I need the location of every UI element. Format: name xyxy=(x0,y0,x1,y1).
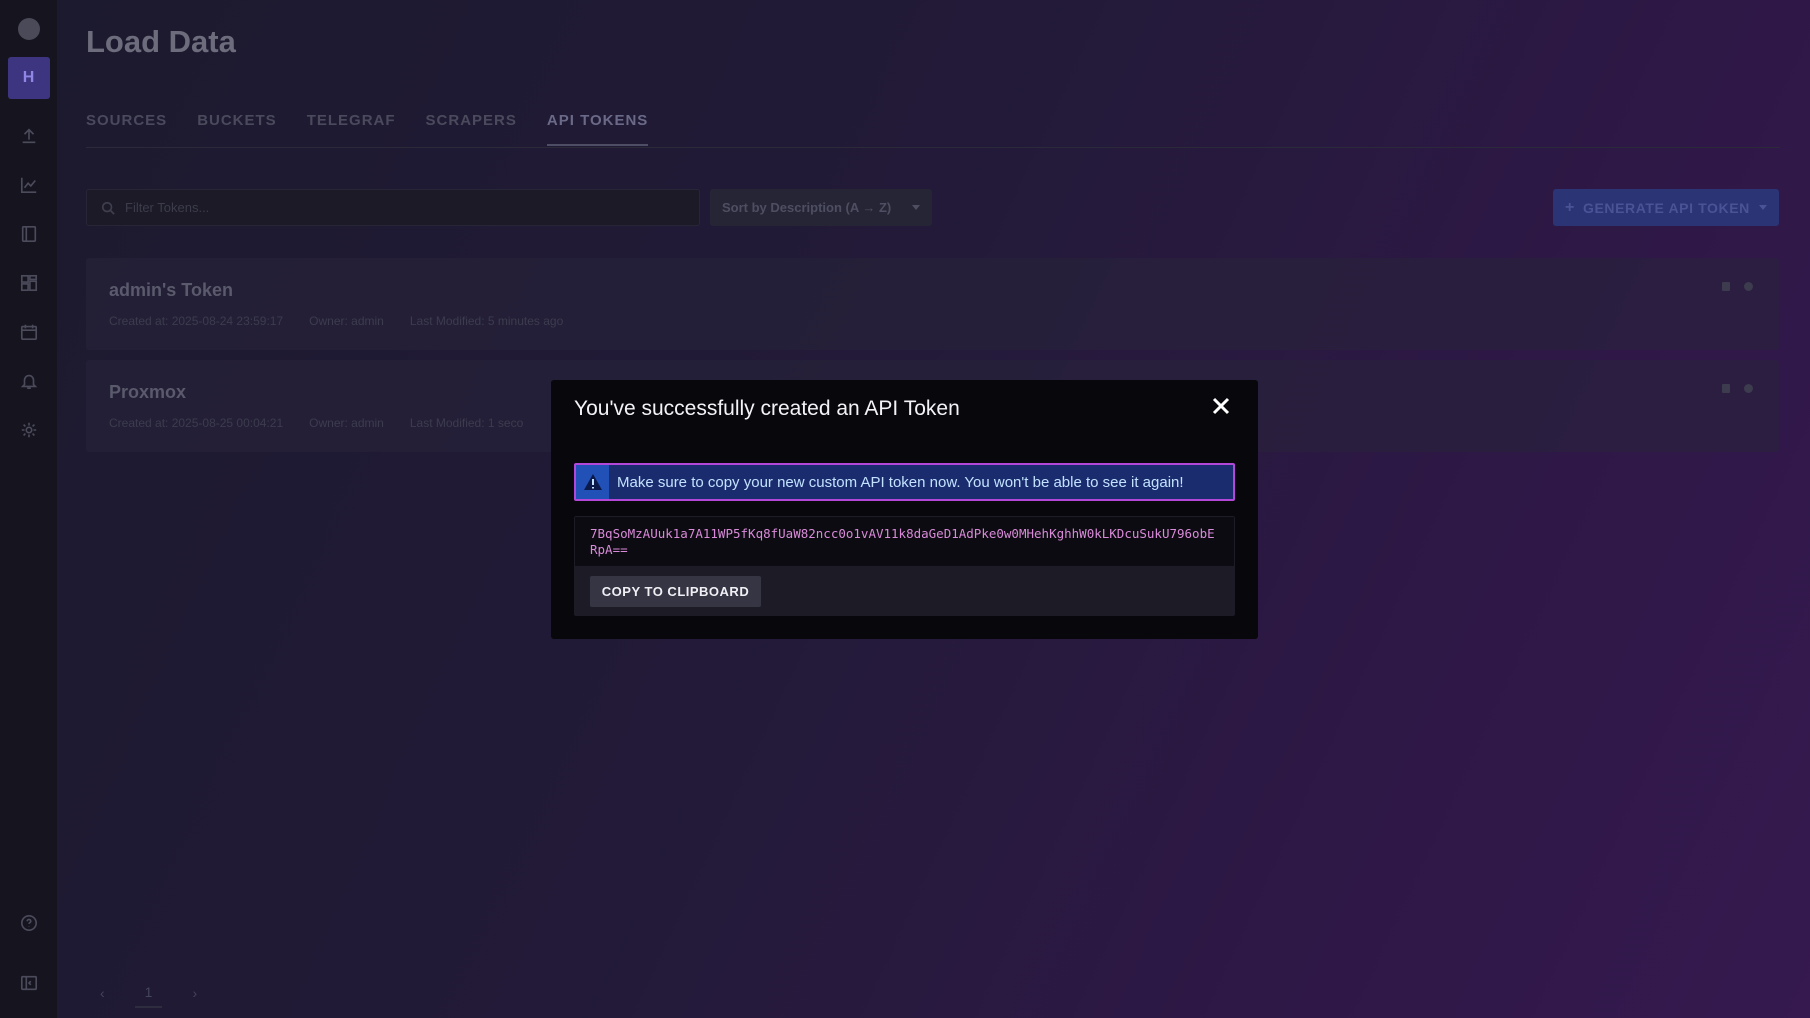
token-actions xyxy=(1722,282,1753,291)
tab-sources[interactable]: SOURCES xyxy=(86,112,167,146)
next-page-button[interactable]: › xyxy=(192,985,197,1001)
filter-tokens-input[interactable]: Filter Tokens... xyxy=(86,189,700,226)
sidebar: H xyxy=(0,0,57,1018)
help-icon[interactable] xyxy=(18,912,40,934)
sort-dropdown[interactable]: Sort by Description (A → Z) xyxy=(710,189,932,226)
tabs-divider xyxy=(86,147,1780,148)
org-avatar[interactable]: H xyxy=(7,57,50,99)
tab-telegraf[interactable]: TELEGRAF xyxy=(307,112,396,146)
tab-api-tokens[interactable]: API TOKENS xyxy=(546,112,649,146)
token-name[interactable]: Proxmox xyxy=(109,382,186,403)
gear-icon[interactable] xyxy=(1744,282,1753,291)
chevron-down-icon xyxy=(912,205,920,210)
copy-to-clipboard-button[interactable]: COPY TO CLIPBOARD xyxy=(590,576,761,607)
filter-placeholder: Filter Tokens... xyxy=(125,200,210,215)
token-owner: Owner: admin xyxy=(309,314,384,328)
tab-bar: SOURCES BUCKETS TELEGRAF SCRAPERS API TO… xyxy=(86,112,649,146)
token-panel: 7BqSoMzAUuk1a7A11WP5fKq8fUaW82ncc0o1vAV1… xyxy=(574,516,1235,616)
token-modified: Last Modified: 1 seco xyxy=(409,416,524,430)
tab-scrapers[interactable]: SCRAPERS xyxy=(426,112,517,146)
warning-icon xyxy=(576,465,609,499)
influx-logo-icon[interactable] xyxy=(17,18,40,40)
trash-icon[interactable] xyxy=(1722,282,1730,291)
gear-icon[interactable] xyxy=(1744,384,1753,393)
dialog-title: You've successfully created an API Token xyxy=(574,397,960,420)
page-title: Load Data xyxy=(86,24,236,59)
token-meta: Created at: 2025-08-24 23:59:17 Owner: a… xyxy=(109,314,563,328)
chevron-down-icon[interactable] xyxy=(1759,205,1767,210)
collapse-icon[interactable] xyxy=(18,972,40,994)
token-created-dialog: You've successfully created an API Token… xyxy=(551,380,1258,639)
pagination: ‹ 1 › xyxy=(100,978,197,1008)
token-actions xyxy=(1722,384,1753,393)
token-owner: Owner: admin xyxy=(309,416,384,430)
generate-api-token-label: GENERATE API TOKEN xyxy=(1582,199,1750,216)
upload-icon[interactable] xyxy=(18,125,40,147)
plus-icon: + xyxy=(1565,198,1575,216)
bell-icon[interactable] xyxy=(18,370,40,392)
page-number[interactable]: 1 xyxy=(134,984,163,1008)
token-name[interactable]: admin's Token xyxy=(109,280,233,301)
tab-buckets[interactable]: BUCKETS xyxy=(197,112,277,146)
search-icon xyxy=(101,201,115,215)
calendar-icon[interactable] xyxy=(18,321,40,343)
warning-message: Make sure to copy your new custom API to… xyxy=(617,473,1184,491)
api-token-value[interactable]: 7BqSoMzAUuk1a7A11WP5fKq8fUaW82ncc0o1vAV1… xyxy=(575,517,1234,566)
token-card[interactable]: admin's Token Created at: 2025-08-24 23:… xyxy=(86,258,1779,350)
gear-icon[interactable] xyxy=(18,419,40,441)
dashboards-icon[interactable] xyxy=(18,272,40,294)
sort-label: Sort by Description (A → Z) xyxy=(722,200,892,215)
token-meta: Created at: 2025-08-25 00:04:21 Owner: a… xyxy=(109,416,523,430)
generate-api-token-button[interactable]: + GENERATE API TOKEN xyxy=(1553,189,1779,226)
close-icon[interactable] xyxy=(1210,395,1232,417)
trash-icon[interactable] xyxy=(1722,384,1730,393)
notebook-icon[interactable] xyxy=(18,223,40,245)
token-created: Created at: 2025-08-24 23:59:17 xyxy=(109,314,284,328)
token-modified: Last Modified: 5 minutes ago xyxy=(409,314,564,328)
graph-icon[interactable] xyxy=(18,174,40,196)
prev-page-button[interactable]: ‹ xyxy=(100,985,105,1001)
token-created: Created at: 2025-08-25 00:04:21 xyxy=(109,416,284,430)
warning-alert: Make sure to copy your new custom API to… xyxy=(574,463,1235,501)
